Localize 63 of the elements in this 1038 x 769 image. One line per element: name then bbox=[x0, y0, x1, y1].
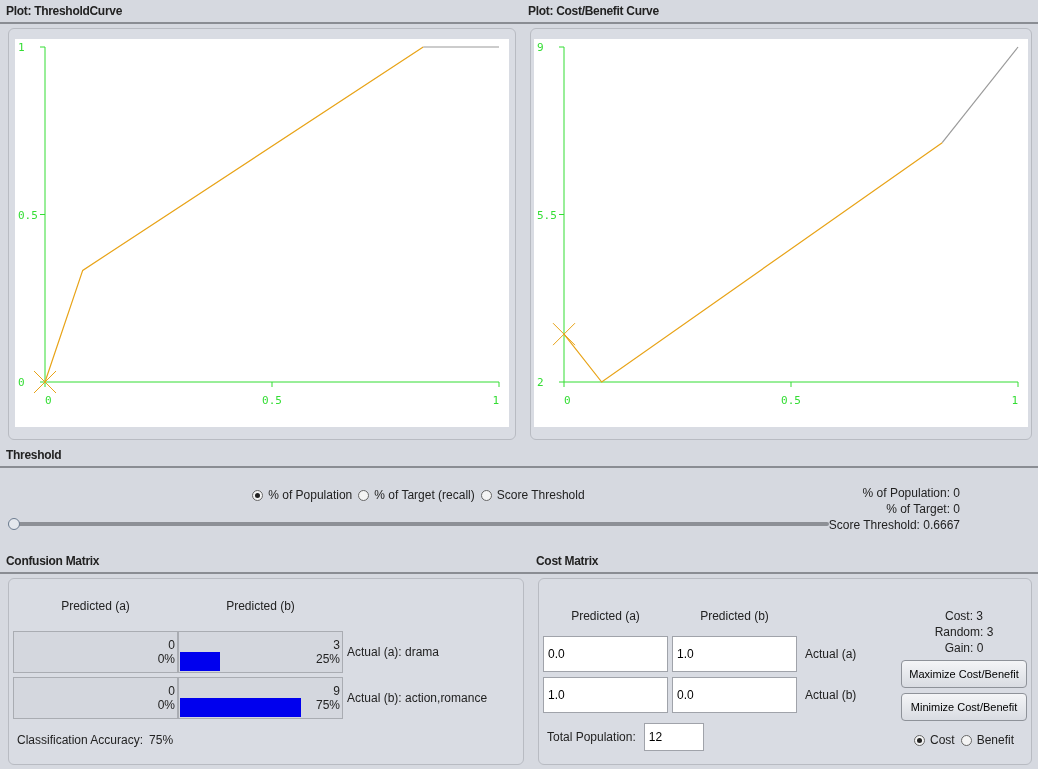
optimize-button[interactable]: Maximize Cost/Benefit bbox=[901, 660, 1027, 688]
readout-label: Score Threshold: 0.6667 bbox=[828, 518, 960, 532]
x-tick-label: 1 bbox=[1011, 394, 1018, 407]
cell-percent: 75% bbox=[315, 698, 340, 712]
section-title: Confusion Matrix bbox=[6, 554, 100, 568]
threshold-cross-marker bbox=[33, 370, 57, 394]
radio-icon[interactable] bbox=[252, 489, 264, 501]
cell-percent: 25% bbox=[315, 652, 340, 666]
row-label: Actual (a): drama bbox=[346, 645, 441, 659]
row-label: Actual (b) bbox=[804, 688, 858, 702]
stat-label: Gain: 0 bbox=[944, 641, 984, 655]
total-population-label: Total Population: bbox=[547, 730, 636, 744]
radio-icon[interactable] bbox=[960, 734, 972, 746]
cost-input[interactable]: 0.0 bbox=[672, 677, 797, 713]
y-tick-label: 5.5 bbox=[537, 208, 557, 222]
radio-icon[interactable] bbox=[913, 734, 925, 746]
section-title: Threshold bbox=[6, 448, 62, 462]
radio-icon[interactable] bbox=[480, 489, 492, 501]
cell-percent: 0% bbox=[157, 698, 175, 712]
stat-label: Random: 3 bbox=[934, 625, 994, 639]
section-title: Cost Matrix bbox=[536, 554, 599, 568]
x-tick-label: 0.5 bbox=[262, 394, 282, 407]
radio-icon[interactable] bbox=[358, 489, 370, 501]
x-tick-label: 0 bbox=[564, 394, 571, 407]
column-header: Predicted (b) bbox=[225, 599, 296, 615]
readout-label: % of Target: 0 bbox=[886, 502, 960, 516]
slider-thumb[interactable] bbox=[8, 518, 20, 530]
y-tick-label: 1 bbox=[18, 41, 25, 54]
column-header: Predicted (a) bbox=[60, 599, 131, 615]
cell-count: 0 bbox=[168, 638, 175, 652]
cost-input[interactable]: 1.0 bbox=[543, 677, 668, 713]
threshold-slider[interactable] bbox=[8, 518, 829, 530]
radio-option[interactable]: Benefit bbox=[960, 733, 1014, 747]
x-tick-label: 0 bbox=[45, 394, 52, 407]
accuracy-value: 75% bbox=[149, 733, 174, 747]
section-title: Plot: ThresholdCurve bbox=[6, 4, 122, 18]
readout-label: % of Population: 0 bbox=[862, 486, 960, 500]
section-title: Plot: Cost/Benefit Curve bbox=[528, 4, 659, 18]
stat-label: Cost: 3 bbox=[945, 609, 983, 623]
total-population-input[interactable]: 12 bbox=[643, 723, 704, 751]
column-header: Predicted (b) bbox=[699, 609, 770, 625]
radio-option[interactable]: % of Target (recall) bbox=[358, 488, 475, 502]
x-tick-label: 0.5 bbox=[781, 394, 801, 407]
row-label: Actual (a) bbox=[804, 647, 858, 661]
y-tick-label: 0 bbox=[18, 376, 25, 389]
y-tick-label: 9 bbox=[537, 41, 544, 54]
accuracy-label: Classification Accuracy: bbox=[17, 733, 144, 747]
y-tick-label: 0.5 bbox=[18, 208, 38, 222]
cell-percent: 0% bbox=[157, 652, 175, 666]
cell-count: 0 bbox=[168, 684, 175, 698]
column-header: Predicted (a) bbox=[570, 609, 641, 625]
cell-count: 9 bbox=[333, 684, 340, 698]
x-tick-label: 1 bbox=[492, 394, 499, 407]
cost-input[interactable]: 0.0 bbox=[543, 636, 668, 672]
optimize-button[interactable]: Minimize Cost/Benefit bbox=[901, 693, 1027, 721]
cell-count: 3 bbox=[333, 638, 340, 652]
y-tick-label: 2 bbox=[537, 376, 544, 389]
threshold-cross-marker bbox=[552, 322, 576, 346]
radio-option[interactable]: % of Population bbox=[252, 488, 353, 502]
radio-option[interactable]: Cost bbox=[913, 733, 955, 747]
row-label: Actual (b): action,romance bbox=[346, 691, 489, 705]
radio-option[interactable]: Score Threshold bbox=[480, 488, 585, 502]
cost-input[interactable]: 1.0 bbox=[672, 636, 797, 672]
